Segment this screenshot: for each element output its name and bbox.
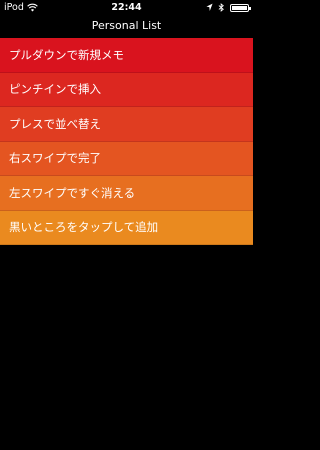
bluetooth-icon (218, 3, 224, 12)
list-item[interactable]: 右スワイプで完了 (0, 141, 253, 176)
todo-list: プルダウンで新規メモ ピンチインで挿入 プレスで並べ替え 右スワイプで完了 左ス… (0, 38, 253, 245)
list-item-label: 右スワイプで完了 (9, 151, 101, 166)
list-item[interactable]: プルダウンで新規メモ (0, 38, 253, 73)
battery-fill (232, 5, 247, 10)
location-arrow-icon (206, 3, 213, 11)
list-item-label: プルダウンで新規メモ (9, 47, 124, 62)
status-right (206, 3, 251, 12)
tap-to-add-area[interactable] (0, 245, 253, 450)
battery-icon (230, 3, 251, 12)
list-item[interactable]: 黒いところをタップして追加 (0, 210, 253, 245)
list-item[interactable]: ピンチインで挿入 (0, 72, 253, 107)
list-item-label: 左スワイプですぐ消える (9, 185, 136, 200)
status-bar: iPod 22:44 (0, 0, 253, 16)
list-item-label: 黒いところをタップして追加 (9, 220, 159, 235)
list-item-label: プレスで並べ替え (9, 116, 101, 131)
list-item-label: ピンチインで挿入 (9, 82, 101, 97)
list-item[interactable]: 左スワイプですぐ消える (0, 176, 253, 211)
nav-bar: Personal List (0, 16, 253, 38)
list-item[interactable]: プレスで並べ替え (0, 107, 253, 142)
list-title: Personal List (91, 19, 162, 32)
